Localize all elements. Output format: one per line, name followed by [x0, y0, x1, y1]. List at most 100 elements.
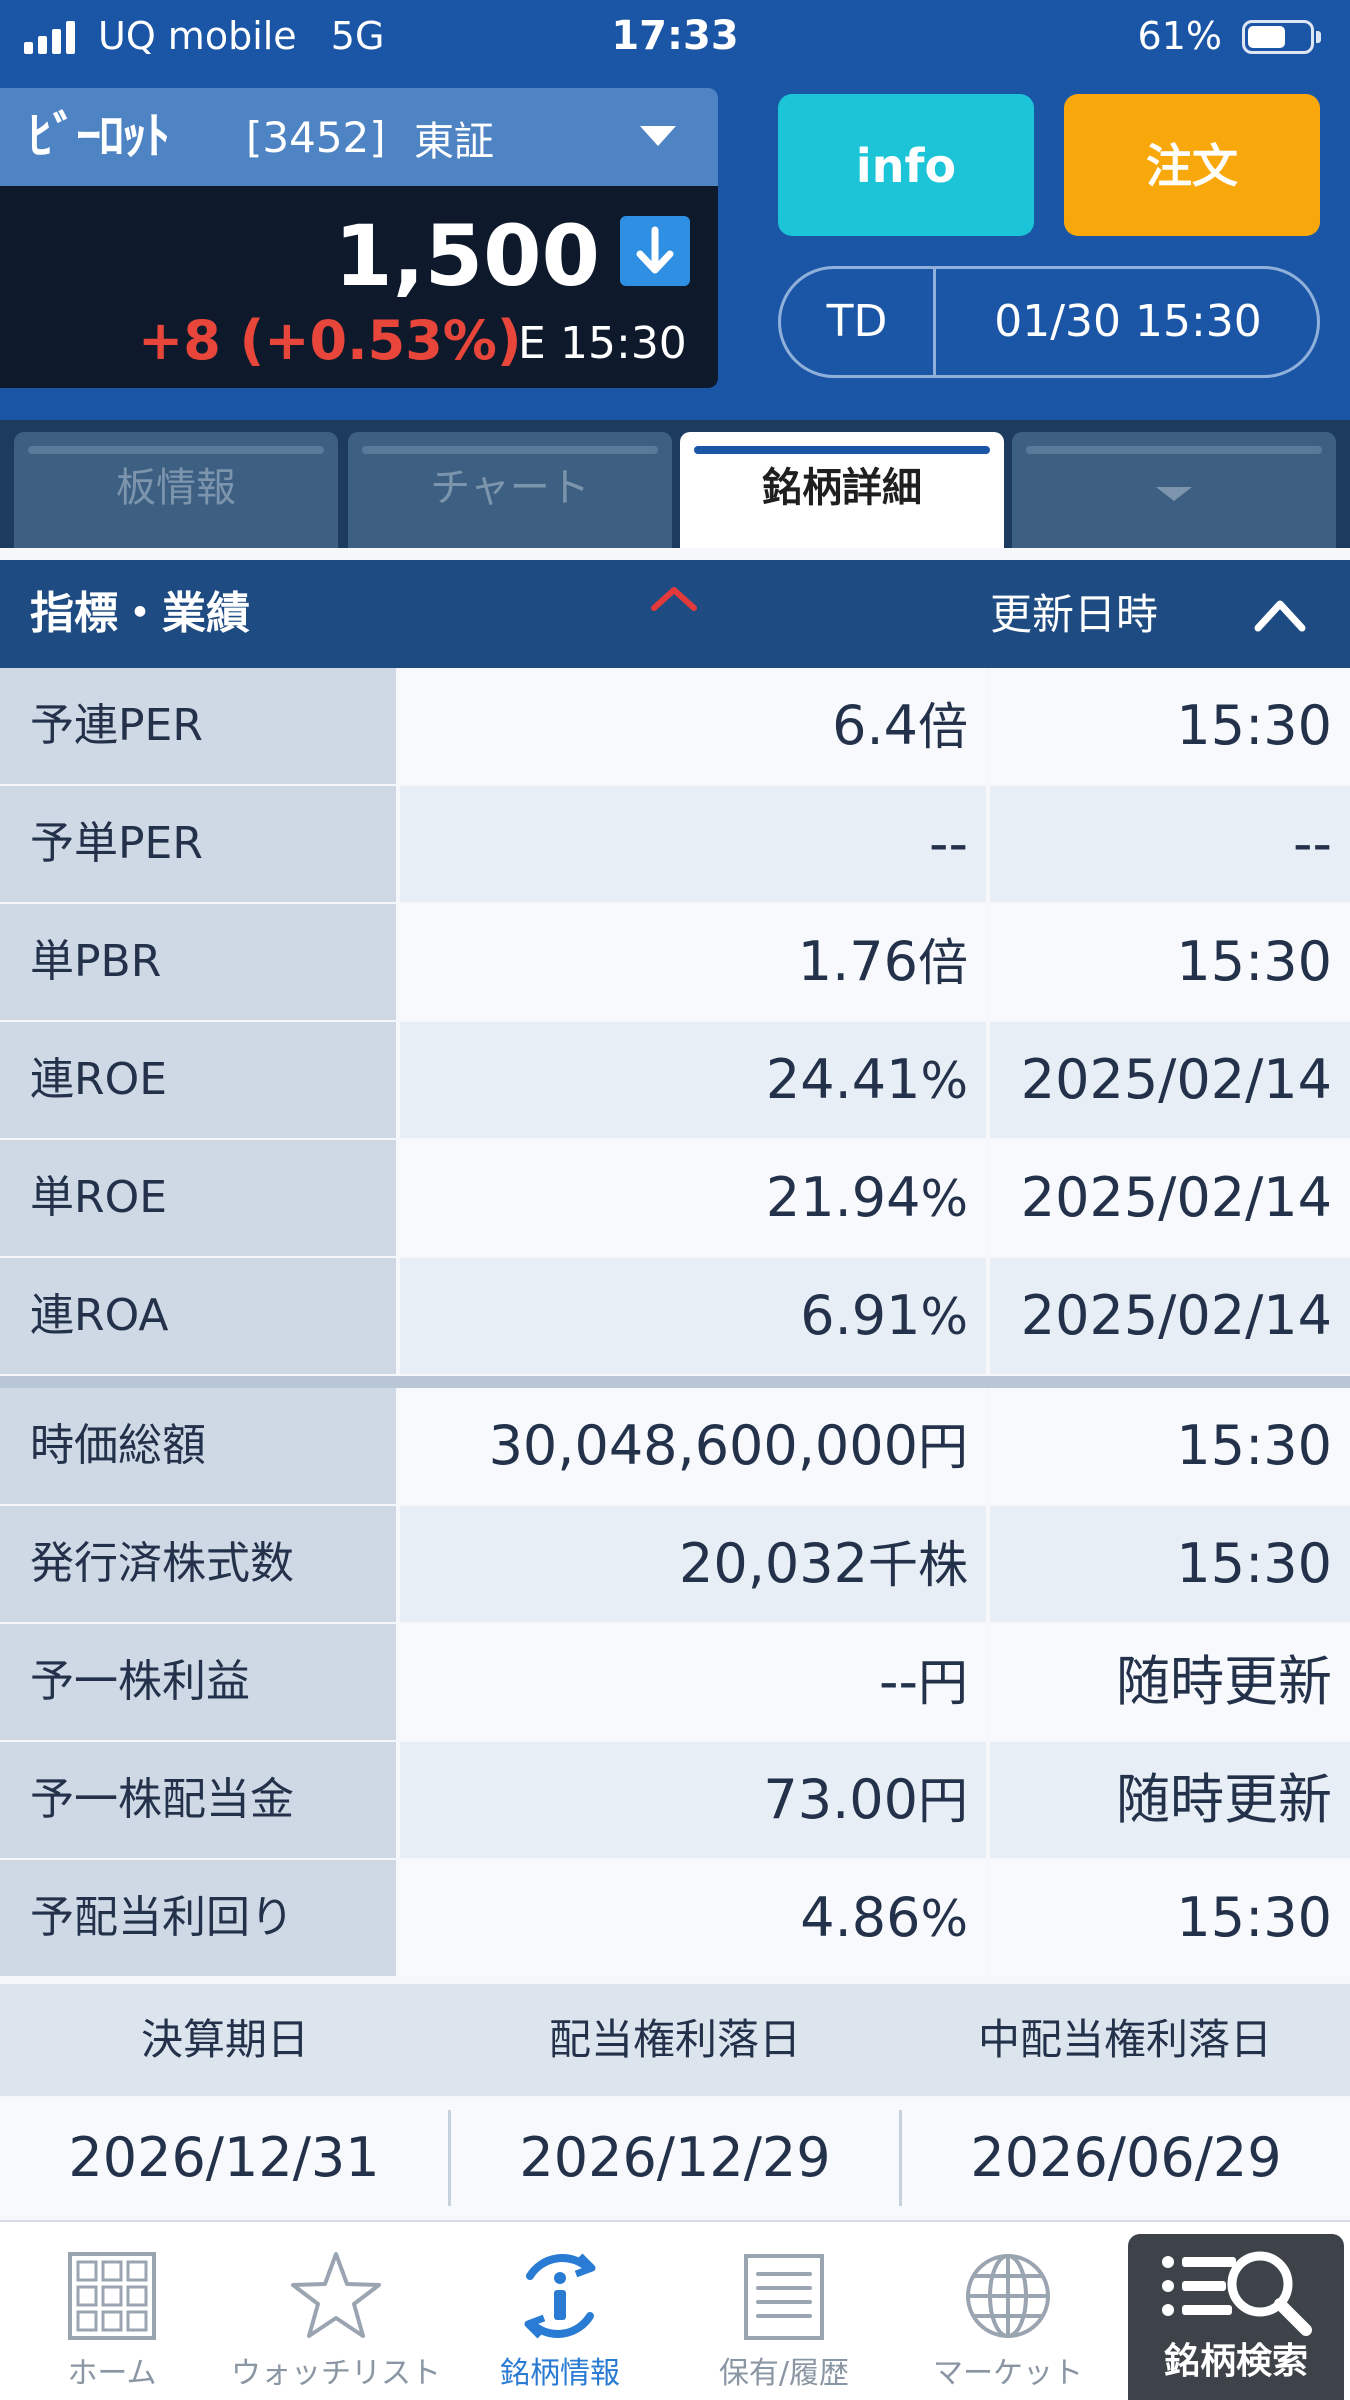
- tab-stock-detail[interactable]: 銘柄詳細: [680, 432, 1004, 548]
- dropdown-icon[interactable]: [640, 126, 676, 146]
- search-list-icon: [1162, 2251, 1312, 2336]
- stock-selector[interactable]: ﾋﾞｰﾛｯﾄ [3452] 東証: [0, 88, 718, 186]
- metric-number: 24.41: [765, 1048, 921, 1111]
- tab-label: チャート: [430, 465, 590, 511]
- nav-stock-info[interactable]: 銘柄情報: [448, 2222, 672, 2400]
- nav-search-label: 銘柄検索: [1163, 2341, 1308, 2382]
- td-datetime: 01/30 15:30: [994, 296, 1262, 347]
- tab-board[interactable]: 板情報: [14, 432, 338, 548]
- stock-price-box: 1,500 +8 (+0.53%) E 15:30: [0, 186, 718, 388]
- metric-unit: %: [920, 1288, 968, 1346]
- metric-updated: 15:30: [990, 1506, 1350, 1622]
- nav-home[interactable]: ホーム: [0, 2222, 224, 2400]
- nav-market[interactable]: マーケット: [896, 2222, 1120, 2400]
- metric-label: 単PBR: [0, 904, 396, 1020]
- metric-number: --: [929, 812, 968, 875]
- metric-label: 予連PER: [0, 668, 396, 784]
- metric-unit: 千株: [868, 1536, 968, 1594]
- order-button[interactable]: 注文: [1064, 94, 1320, 236]
- metric-unit: 円: [918, 1772, 968, 1830]
- metric-label: 連ROE: [0, 1022, 396, 1138]
- metric-number: 6.4: [832, 694, 918, 757]
- date-header: 中配当権利落日: [977, 2015, 1272, 2064]
- price-time-prefix: E: [518, 318, 546, 369]
- metric-number: --: [879, 1650, 918, 1713]
- metric-unit: 倍: [918, 698, 968, 756]
- metric-value: 30,048,600,000円: [400, 1388, 986, 1504]
- metric-value: --円: [400, 1624, 986, 1740]
- battery-icon: [1242, 20, 1322, 54]
- metric-number: 6.91: [800, 1284, 921, 1347]
- stock-market: 東証: [414, 119, 494, 165]
- nav-holdings[interactable]: 保有/履歴: [672, 2222, 896, 2400]
- metric-value: 21.94%: [400, 1140, 986, 1256]
- nav-label: 銘柄情報: [500, 2356, 620, 2391]
- price-time: 15:30: [560, 318, 687, 369]
- date-header-row: 決算期日 配当権利落日 中配当権利落日: [0, 1984, 1350, 2096]
- metric-row: 予単PER -- --: [0, 786, 1350, 902]
- list-icon: [744, 2254, 824, 2340]
- section-header[interactable]: 指標・業績 更新日時: [0, 560, 1350, 668]
- battery-percent: 61%: [1137, 14, 1222, 58]
- metric-number: 4.86: [800, 1886, 921, 1949]
- metric-updated: --: [990, 786, 1350, 902]
- tab-label: 板情報: [116, 465, 236, 511]
- home-grid-icon: [68, 2252, 156, 2340]
- metric-updated: 2025/02/14: [990, 1258, 1350, 1374]
- metric-updated: 2025/02/14: [990, 1022, 1350, 1138]
- metric-number: 1.76: [797, 930, 918, 993]
- metric-number: 73.00: [763, 1768, 918, 1831]
- metric-row: 予連PER 6.4倍 15:30: [0, 668, 1350, 784]
- metric-value: 24.41%: [400, 1022, 986, 1138]
- metric-number: 30,048,600,000: [488, 1414, 918, 1477]
- metric-updated: 随時更新: [990, 1742, 1350, 1858]
- metric-unit: %: [920, 1052, 968, 1110]
- metric-label: 発行済株式数: [0, 1506, 396, 1622]
- metric-value: --: [400, 786, 986, 902]
- metric-updated: 随時更新: [990, 1624, 1350, 1740]
- metric-updated: 15:30: [990, 668, 1350, 784]
- metric-label: 予単PER: [0, 786, 396, 902]
- metric-row: 予一株配当金 73.00円 随時更新: [0, 1742, 1350, 1858]
- bottom-nav: ホーム ウォッチリスト 銘柄情報 保有/履歴 マーケット 銘柄検索: [0, 2220, 1350, 2400]
- down-arrow-icon: [620, 216, 690, 286]
- metric-unit: %: [920, 1890, 968, 1948]
- status-bar: UQ mobile 5G 17:33 61%: [0, 0, 1350, 72]
- date-value: 2026/12/31: [68, 2126, 380, 2189]
- metric-row: 時価総額 30,048,600,000円 15:30: [0, 1388, 1350, 1504]
- chevron-up-icon[interactable]: [1250, 590, 1310, 640]
- nav-watchlist[interactable]: ウォッチリスト: [224, 2222, 448, 2400]
- tab-more[interactable]: [1012, 432, 1336, 548]
- metric-row: 単PBR 1.76倍 15:30: [0, 904, 1350, 1020]
- metric-updated: 15:30: [990, 904, 1350, 1020]
- caret-up-icon: [651, 587, 697, 611]
- nav-label: ウォッチリスト: [231, 2356, 441, 2391]
- nav-stock-search[interactable]: 銘柄検索: [1128, 2234, 1344, 2400]
- section-title: 指標・業績: [30, 588, 250, 639]
- metric-row: 予一株利益 --円 随時更新: [0, 1624, 1350, 1740]
- tab-chart[interactable]: チャート: [348, 432, 672, 548]
- metric-value: 1.76倍: [400, 904, 986, 1020]
- td-label: TD: [826, 296, 888, 347]
- metric-value: 20,032千株: [400, 1506, 986, 1622]
- metric-row: 連ROA 6.91% 2025/02/14: [0, 1258, 1350, 1374]
- stock-code: [3452]: [246, 113, 386, 162]
- date-header: 決算期日: [140, 2015, 309, 2064]
- globe-icon: [966, 2254, 1050, 2338]
- metric-unit: 倍: [918, 934, 968, 992]
- updated-label: 更新日時: [990, 590, 1159, 639]
- nav-label: 保有/履歴: [718, 2356, 850, 2391]
- td-selector[interactable]: TD 01/30 15:30: [778, 266, 1320, 378]
- metric-value: 4.86%: [400, 1860, 986, 1976]
- metric-number: 20,032: [679, 1532, 868, 1595]
- info-button[interactable]: info: [778, 94, 1034, 236]
- chevron-down-icon: [1156, 487, 1192, 501]
- tab-label: 銘柄詳細: [762, 465, 922, 511]
- stock-detail-content: 指標・業績 更新日時 予連PER 6.4倍 15:30 予単PER -- -- 単PBR 1.…: [0, 548, 1350, 2220]
- metric-updated: 2025/02/14: [990, 1140, 1350, 1256]
- metric-row: 発行済株式数 20,032千株 15:30: [0, 1506, 1350, 1622]
- tab-strip: 板情報 チャート 銘柄詳細: [0, 420, 1350, 548]
- app-header: UQ mobile 5G 17:33 61% ﾋﾞｰﾛｯﾄ [3452] 東証 …: [0, 0, 1350, 420]
- metric-label: 時価総額: [0, 1388, 396, 1504]
- metric-value: 6.4倍: [400, 668, 986, 784]
